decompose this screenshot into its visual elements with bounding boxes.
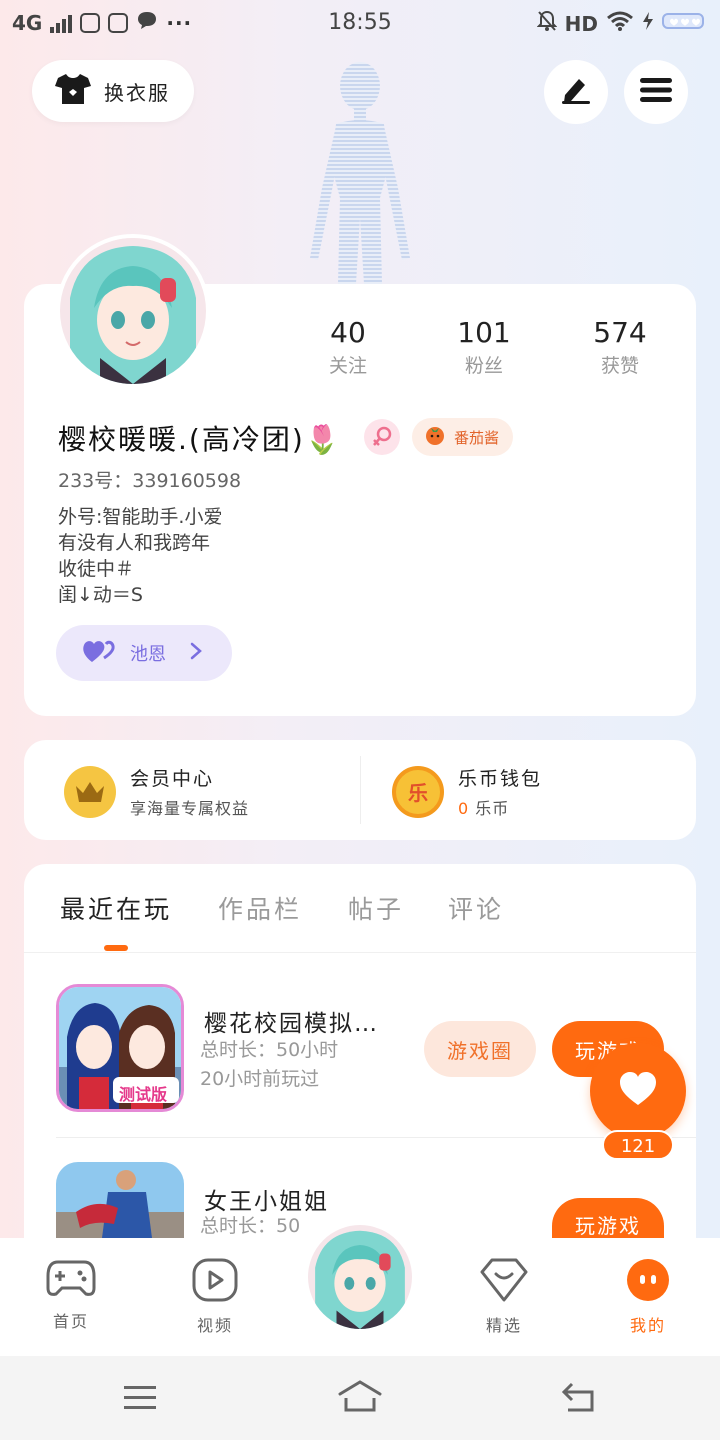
- edit-pen-icon: [559, 75, 593, 109]
- back-icon[interactable]: [560, 1380, 598, 1418]
- edit-profile-button[interactable]: [544, 60, 608, 124]
- menu-button[interactable]: [624, 60, 688, 124]
- row-divider: [56, 1137, 696, 1138]
- coin-icon-char: 乐: [408, 781, 428, 805]
- nav-home-label: 首页: [52, 1312, 89, 1331]
- game-title[interactable]: 女王小姐姐: [204, 1182, 329, 1216]
- nav-featured[interactable]: 精选: [459, 1258, 549, 1336]
- game-icon-queen[interactable]: [56, 1162, 184, 1238]
- vip-subtitle: 享海量专属权益: [130, 799, 250, 818]
- tab-works[interactable]: 作品栏: [218, 890, 302, 926]
- nav-mine-label: 我的: [629, 1316, 666, 1335]
- game-icon-sakura[interactable]: 测试版: [56, 984, 184, 1112]
- change-outfit-label: 换衣服: [104, 80, 170, 105]
- game-meta: 总时长：50: [200, 1212, 300, 1238]
- bio-line: 有没有人和我跨年: [58, 532, 211, 554]
- following-label: 关注: [328, 355, 367, 377]
- tab-recently-played[interactable]: 最近在玩: [60, 890, 172, 926]
- nav-video[interactable]: 视频: [170, 1258, 260, 1336]
- me-face-icon: [626, 1259, 670, 1306]
- mute-bell-icon: [536, 10, 558, 37]
- nav-avatar-center[interactable]: [305, 1222, 415, 1332]
- wallet-title: 乐币钱包: [458, 768, 543, 790]
- wallet-amount: 0: [458, 799, 470, 818]
- gamepad-icon: [46, 1260, 96, 1302]
- likes-count: 574: [593, 316, 647, 349]
- nav-mine[interactable]: 我的: [603, 1258, 693, 1336]
- avatar-3d-figure[interactable]: [300, 48, 420, 284]
- tab-comments[interactable]: 评论: [448, 890, 504, 926]
- stat-following[interactable]: 40 关注: [288, 316, 408, 378]
- nav-home[interactable]: 首页: [26, 1258, 116, 1332]
- tshirt-icon: [54, 72, 92, 110]
- play-game-button[interactable]: 玩游戏: [552, 1198, 664, 1238]
- vip-title: 会员中心: [130, 768, 215, 790]
- like-count: 121: [602, 1130, 674, 1160]
- like-button[interactable]: [590, 1043, 686, 1139]
- change-outfit-button[interactable]: 换衣服: [32, 60, 194, 122]
- tomato-badge[interactable]: 番茄酱: [412, 418, 514, 456]
- play-video-icon: [192, 1258, 238, 1306]
- fans-label: 粉丝: [464, 355, 503, 377]
- wallet-unit: 乐币: [475, 799, 510, 818]
- tab-active-indicator: [104, 945, 128, 951]
- play-duration: 总时长：50小时: [200, 1039, 339, 1061]
- gender-female-icon: [364, 419, 400, 455]
- charging-icon: [642, 11, 654, 36]
- game-circle-button[interactable]: 游戏圈: [424, 1021, 536, 1077]
- bio-line: 闺↓动＝S: [58, 584, 143, 606]
- battery-icon: [662, 11, 706, 36]
- hamburger-menu-icon: [640, 77, 672, 107]
- nickname: 樱校暖暖.(高冷团)🌷: [58, 423, 342, 456]
- crown-icon: [64, 765, 116, 818]
- recent-apps-icon[interactable]: [122, 1384, 158, 1416]
- coin-icon: 乐: [392, 765, 444, 818]
- game-meta: 总时长：50小时 20小时前玩过: [200, 1036, 338, 1094]
- fans-count: 101: [457, 316, 511, 349]
- coin-wallet[interactable]: 乐 乐币钱包 0 乐币: [392, 764, 542, 819]
- guild-button[interactable]: 池恩: [56, 625, 232, 681]
- following-count: 40: [330, 316, 366, 349]
- beta-badge: 测试版: [119, 1085, 168, 1104]
- likes-label: 获赞: [600, 355, 639, 377]
- user-id[interactable]: 233号：339160598: [58, 466, 241, 493]
- tabs-divider: [24, 952, 696, 953]
- bio-line: 外号:智能助手.小爱: [58, 506, 223, 528]
- bio-line: 收徒中＃: [58, 558, 135, 580]
- profile-avatar[interactable]: [56, 234, 210, 388]
- guild-label: 池恩: [130, 644, 166, 665]
- status-bar: 4G ··· 18:55 HD: [0, 0, 720, 48]
- nav-featured-label: 精选: [485, 1316, 522, 1335]
- hearts-icon: [82, 638, 116, 668]
- last-played: 20小时前玩过: [200, 1068, 320, 1090]
- hd-label: HD: [564, 11, 598, 36]
- wifi-icon: [606, 11, 634, 36]
- status-right: HD: [536, 10, 706, 37]
- vip-center[interactable]: 会员中心 享海量专属权益: [64, 764, 249, 819]
- bio: 外号:智能助手.小爱 有没有人和我跨年 收徒中＃ 闺↓动＝S: [58, 504, 222, 608]
- play-duration: 总时长：50: [200, 1215, 301, 1237]
- chevron-right-icon: [190, 642, 202, 664]
- game-title[interactable]: 樱花校园模拟…: [204, 1004, 379, 1038]
- nav-video-label: 视频: [196, 1316, 233, 1335]
- heart-icon: [618, 1071, 658, 1111]
- stat-fans[interactable]: 101 粉丝: [424, 316, 544, 378]
- heart-diamond-icon: [480, 1258, 528, 1306]
- tomato-badge-label: 番茄酱: [454, 428, 500, 447]
- tab-posts[interactable]: 帖子: [348, 890, 404, 926]
- membership-divider: [360, 756, 361, 824]
- home-icon[interactable]: [336, 1380, 384, 1418]
- stat-likes[interactable]: 574 获赞: [560, 316, 680, 378]
- tomato-icon: [424, 424, 446, 450]
